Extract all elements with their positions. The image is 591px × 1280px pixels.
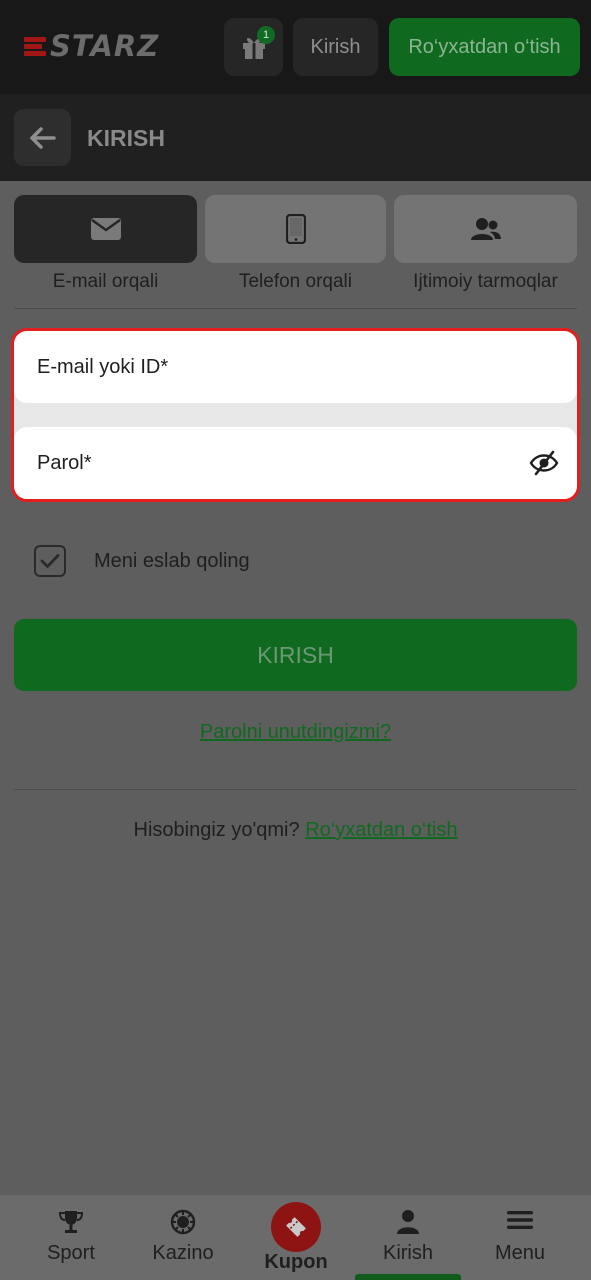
page-title: KIRISH: [87, 125, 165, 151]
tab-phone-label: Telefon orqali: [238, 271, 353, 292]
no-account-row: Hisobingiz yo'qmi? Ro‘yxatdan o‘tish: [0, 819, 591, 842]
envelope-icon: [90, 218, 121, 240]
brand-logo[interactable]: STARZ: [24, 29, 160, 63]
password-input[interactable]: [37, 451, 497, 475]
login-fields-group: [11, 328, 580, 502]
gift-count-badge: 1: [257, 26, 275, 44]
tab-social[interactable]: [394, 195, 577, 263]
password-field[interactable]: [14, 427, 577, 499]
header-login-button[interactable]: Kirish: [293, 18, 378, 76]
users-icon: [470, 218, 501, 240]
tab-email-label: E-mail orqali: [52, 271, 159, 292]
trophy-icon: [58, 1211, 84, 1233]
forgot-password-link[interactable]: Parolni unutdingizmi?: [200, 721, 391, 743]
tab-social-label: Ijtimoiy tarmoqlar: [413, 271, 558, 292]
nav-item-kupon[interactable]: [271, 1202, 321, 1252]
casino-chip-icon: [170, 1209, 196, 1235]
active-tab-indicator: [355, 1274, 461, 1280]
header-register-button[interactable]: Ro‘yxatdan o‘tish: [389, 18, 580, 76]
remember-me-checkbox[interactable]: [34, 545, 66, 577]
nav-item-kirish[interactable]: Kirish: [353, 1195, 463, 1280]
register-link[interactable]: Ro‘yxatdan o‘tish: [305, 819, 457, 841]
top-header: STARZ 1 Kirish Ro‘yxatdan o‘tish: [0, 0, 591, 94]
nav-label-menu: Menu: [494, 1242, 546, 1264]
gift-button[interactable]: 1: [224, 18, 283, 76]
remember-me-label[interactable]: Meni eslab qoling: [94, 550, 250, 573]
tabs-divider: [14, 308, 577, 309]
nav-label-kazino: Kazino: [152, 1242, 214, 1264]
user-icon: [397, 1210, 419, 1234]
arrow-left-icon: [29, 126, 56, 149]
tab-phone[interactable]: [205, 195, 386, 263]
forgot-password-row: Parolni unutdingizmi?: [0, 721, 591, 744]
nav-label-sport: Sport: [47, 1242, 95, 1264]
checkmark-icon: [40, 554, 60, 568]
hamburger-icon: [507, 1211, 533, 1229]
smartphone-icon: [285, 214, 306, 244]
tab-email[interactable]: [14, 195, 197, 263]
form-divider: [14, 789, 577, 790]
nav-label-kirish: Kirish: [382, 1242, 433, 1264]
email-field[interactable]: [14, 331, 577, 403]
email-input[interactable]: [37, 355, 497, 379]
page-header: KIRISH: [0, 94, 591, 181]
eye-off-icon[interactable]: [529, 449, 559, 477]
no-account-text: Hisobingiz yo'qmi?: [133, 819, 300, 841]
nav-item-menu[interactable]: Menu: [465, 1195, 575, 1280]
logo-text: STARZ: [50, 29, 160, 63]
logo-mark-icon: [24, 32, 48, 60]
nav-label-kupon: Kupon: [264, 1251, 328, 1273]
back-button[interactable]: [14, 109, 71, 166]
nav-item-kazino[interactable]: Kazino: [128, 1195, 238, 1280]
ticket-icon: [286, 1217, 306, 1237]
login-submit-button[interactable]: KIRISH: [14, 619, 577, 691]
nav-item-sport[interactable]: Sport: [16, 1195, 126, 1280]
